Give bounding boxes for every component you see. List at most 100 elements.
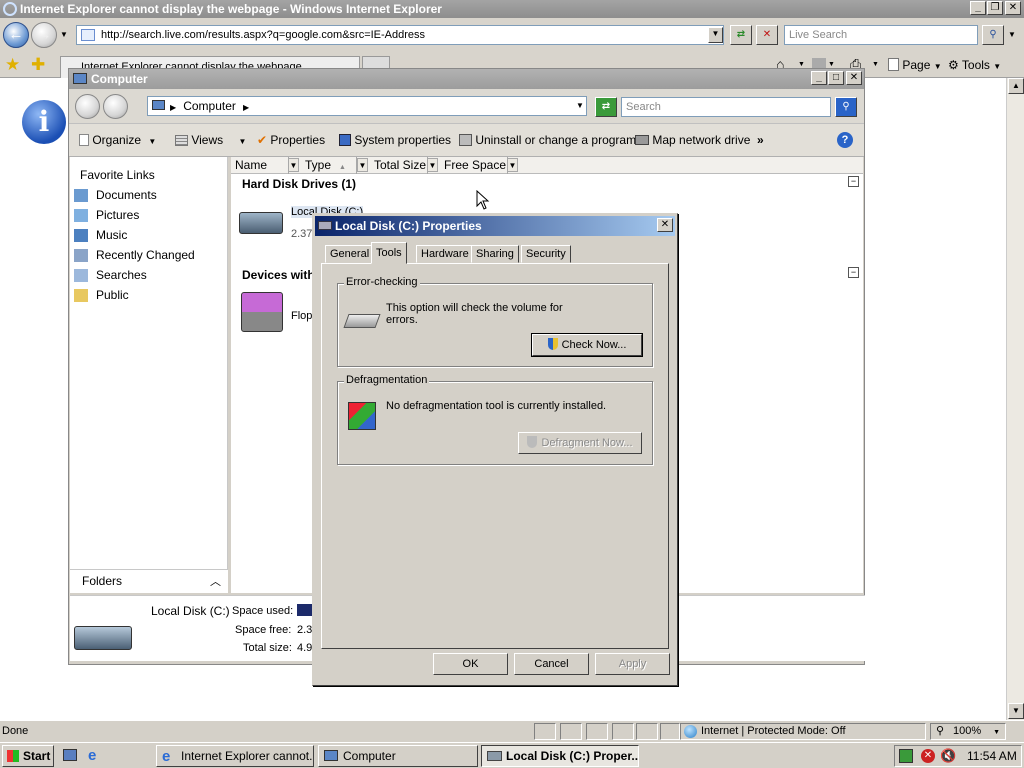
properties-button[interactable]: ✔ Properties xyxy=(257,133,325,147)
column-type[interactable]: Type ▲ xyxy=(301,157,357,174)
map-network-drive-button[interactable]: Map network drive xyxy=(635,133,750,147)
tools-menu[interactable]: ⚙ Tools ▼ xyxy=(948,58,1001,72)
ie-vertical-scrollbar[interactable]: ▲ ▼ xyxy=(1006,78,1024,720)
column-total-size[interactable]: Total Size xyxy=(370,157,428,174)
favorite-link-pictures[interactable]: Pictures xyxy=(74,208,139,222)
system-properties-button[interactable]: System properties xyxy=(339,133,451,147)
favorite-link-recently-changed[interactable]: Recently Changed xyxy=(74,248,195,262)
ie-minimize-button[interactable]: _ xyxy=(970,1,986,15)
show-desktop-icon[interactable] xyxy=(63,749,77,761)
documents-icon xyxy=(74,189,88,202)
explorer-back-button[interactable] xyxy=(75,94,100,119)
explorer-forward-button[interactable] xyxy=(103,94,128,119)
cancel-button[interactable]: Cancel xyxy=(514,653,589,675)
address-dropdown-icon[interactable]: ▼ xyxy=(576,97,584,115)
page-menu[interactable]: Page ▼ xyxy=(888,58,942,72)
refresh-button[interactable]: ⇄ xyxy=(730,25,752,45)
security-alert-icon[interactable]: ✕ xyxy=(921,749,935,763)
security-zone[interactable]: Internet | Protected Mode: Off xyxy=(680,723,926,740)
live-search-input[interactable]: Live Search xyxy=(784,25,978,45)
column-name[interactable]: Name xyxy=(231,157,289,174)
globe-icon xyxy=(684,725,697,738)
ie-window-title: Internet Explorer cannot display the web… xyxy=(20,2,442,16)
group-hard-disk-drives[interactable]: Hard Disk Drives (1) xyxy=(242,177,356,191)
zoom-control[interactable]: ⚲ 100% ▼ xyxy=(930,723,1006,740)
clock[interactable]: 11:54 AM xyxy=(967,749,1017,763)
print-dropdown-icon[interactable]: ▼ xyxy=(872,61,879,68)
column-free-space-dropdown[interactable]: ▼ xyxy=(507,158,518,172)
favorite-link-music[interactable]: Music xyxy=(74,228,127,242)
navigation-pane: Favorite Links Documents Pictures Music … xyxy=(70,157,228,593)
favorite-link-searches[interactable]: Searches xyxy=(74,268,147,282)
taskbar-item-ie[interactable]: e Internet Explorer cannot... xyxy=(156,745,314,767)
help-icon[interactable]: ? xyxy=(837,132,853,148)
column-total-size-dropdown[interactable]: ▼ xyxy=(427,158,438,172)
tab-security[interactable]: Security xyxy=(521,245,571,263)
windows-logo-icon xyxy=(7,750,19,762)
column-type-dropdown[interactable]: ▼ xyxy=(357,158,368,172)
uac-shield-icon xyxy=(527,436,538,448)
explorer-minimize-button[interactable]: _ xyxy=(811,71,827,85)
favorites-star-icon[interactable]: ★ xyxy=(5,55,20,75)
tab-general[interactable]: General xyxy=(325,245,375,263)
tab-sharing[interactable]: Sharing xyxy=(471,245,519,263)
start-button[interactable]: Start xyxy=(2,745,54,767)
collapse-group-icon[interactable]: − xyxy=(848,267,859,278)
ie-titlebar: Internet Explorer cannot display the web… xyxy=(0,0,1024,18)
scroll-up-button[interactable]: ▲ xyxy=(1008,78,1024,94)
recent-pages-dropdown-icon[interactable]: ▼ xyxy=(60,30,68,39)
organize-button[interactable]: Organize ▼ xyxy=(79,133,156,147)
explorer-search-button[interactable]: ⚲ xyxy=(835,97,857,117)
folders-toggle[interactable]: Folders ︿ xyxy=(70,569,228,593)
ok-button[interactable]: OK xyxy=(433,653,508,675)
home-dropdown-icon[interactable]: ▼ xyxy=(798,61,805,68)
address-bar[interactable]: http://search.live.com/results.aspx?q=go… xyxy=(76,25,724,45)
tab-hardware[interactable]: Hardware xyxy=(416,245,474,263)
taskbar-item-computer[interactable]: Computer xyxy=(318,745,478,767)
volume-icon[interactable]: 🔇 xyxy=(940,748,956,764)
favorite-link-documents[interactable]: Documents xyxy=(74,188,157,202)
explorer-search-input[interactable]: Search xyxy=(621,97,831,117)
uninstall-program-button[interactable]: Uninstall or change a program xyxy=(459,133,636,147)
group-devices[interactable]: Devices with xyxy=(242,268,315,282)
forward-button[interactable]: → xyxy=(31,22,57,48)
recent-icon xyxy=(74,249,88,262)
apply-button[interactable]: Apply xyxy=(595,653,670,675)
favorite-link-public[interactable]: Public xyxy=(74,288,129,302)
error-checking-label: Error-checking xyxy=(344,276,420,288)
column-free-space[interactable]: Free Space xyxy=(440,157,508,174)
feeds-dropdown-icon[interactable]: ▼ xyxy=(828,61,835,68)
explorer-close-button[interactable]: ✕ xyxy=(846,71,862,85)
defragment-now-button[interactable]: Defragment Now... xyxy=(518,432,642,454)
scroll-down-button[interactable]: ▼ xyxy=(1008,703,1024,719)
ie-close-button[interactable]: ✕ xyxy=(1005,1,1021,15)
toolbar-overflow-button[interactable]: » xyxy=(757,133,764,147)
search-options-icon[interactable]: ▼ xyxy=(1008,30,1016,39)
taskbar-item-disk-properties[interactable]: Local Disk (C:) Proper... xyxy=(481,745,639,767)
explorer-maximize-button[interactable]: □ xyxy=(828,71,844,85)
music-icon xyxy=(74,229,88,242)
back-button[interactable]: ← xyxy=(3,22,29,48)
drive-icon xyxy=(318,221,332,230)
add-favorites-icon[interactable]: ✚ xyxy=(31,55,45,75)
search-button[interactable]: ⚲ xyxy=(982,25,1004,45)
defragmentation-group: Defragmentation No defragmentation tool … xyxy=(337,374,653,465)
breadcrumb-computer[interactable]: Computer xyxy=(183,99,236,113)
explorer-refresh-button[interactable]: ⇄ xyxy=(595,97,617,117)
check-now-button[interactable]: Check Now... xyxy=(531,333,643,357)
explorer-address-bar[interactable]: ▶ Computer ▶ ▼ xyxy=(147,96,587,116)
views-button[interactable]: Views ▼ xyxy=(175,133,246,147)
status-pane xyxy=(534,723,556,740)
column-name-dropdown[interactable]: ▼ xyxy=(288,158,299,172)
tab-tools[interactable]: Tools xyxy=(371,242,407,264)
explorer-toolbar: Organize ▼ Views ▼ ✔ Properties System p… xyxy=(69,123,864,157)
dialog-close-button[interactable]: ✕ xyxy=(657,218,673,232)
stop-button[interactable]: ✕ xyxy=(756,25,778,45)
network-icon[interactable] xyxy=(899,749,913,763)
status-pane xyxy=(612,723,634,740)
collapse-group-icon[interactable]: − xyxy=(848,176,859,187)
quick-launch-ie-icon[interactable]: e xyxy=(88,747,96,764)
ie-restore-button[interactable]: ❐ xyxy=(987,1,1003,15)
address-dropdown-button[interactable]: ▼ xyxy=(708,27,723,43)
taskbar: Start e e Internet Explorer cannot... Co… xyxy=(0,742,1024,768)
